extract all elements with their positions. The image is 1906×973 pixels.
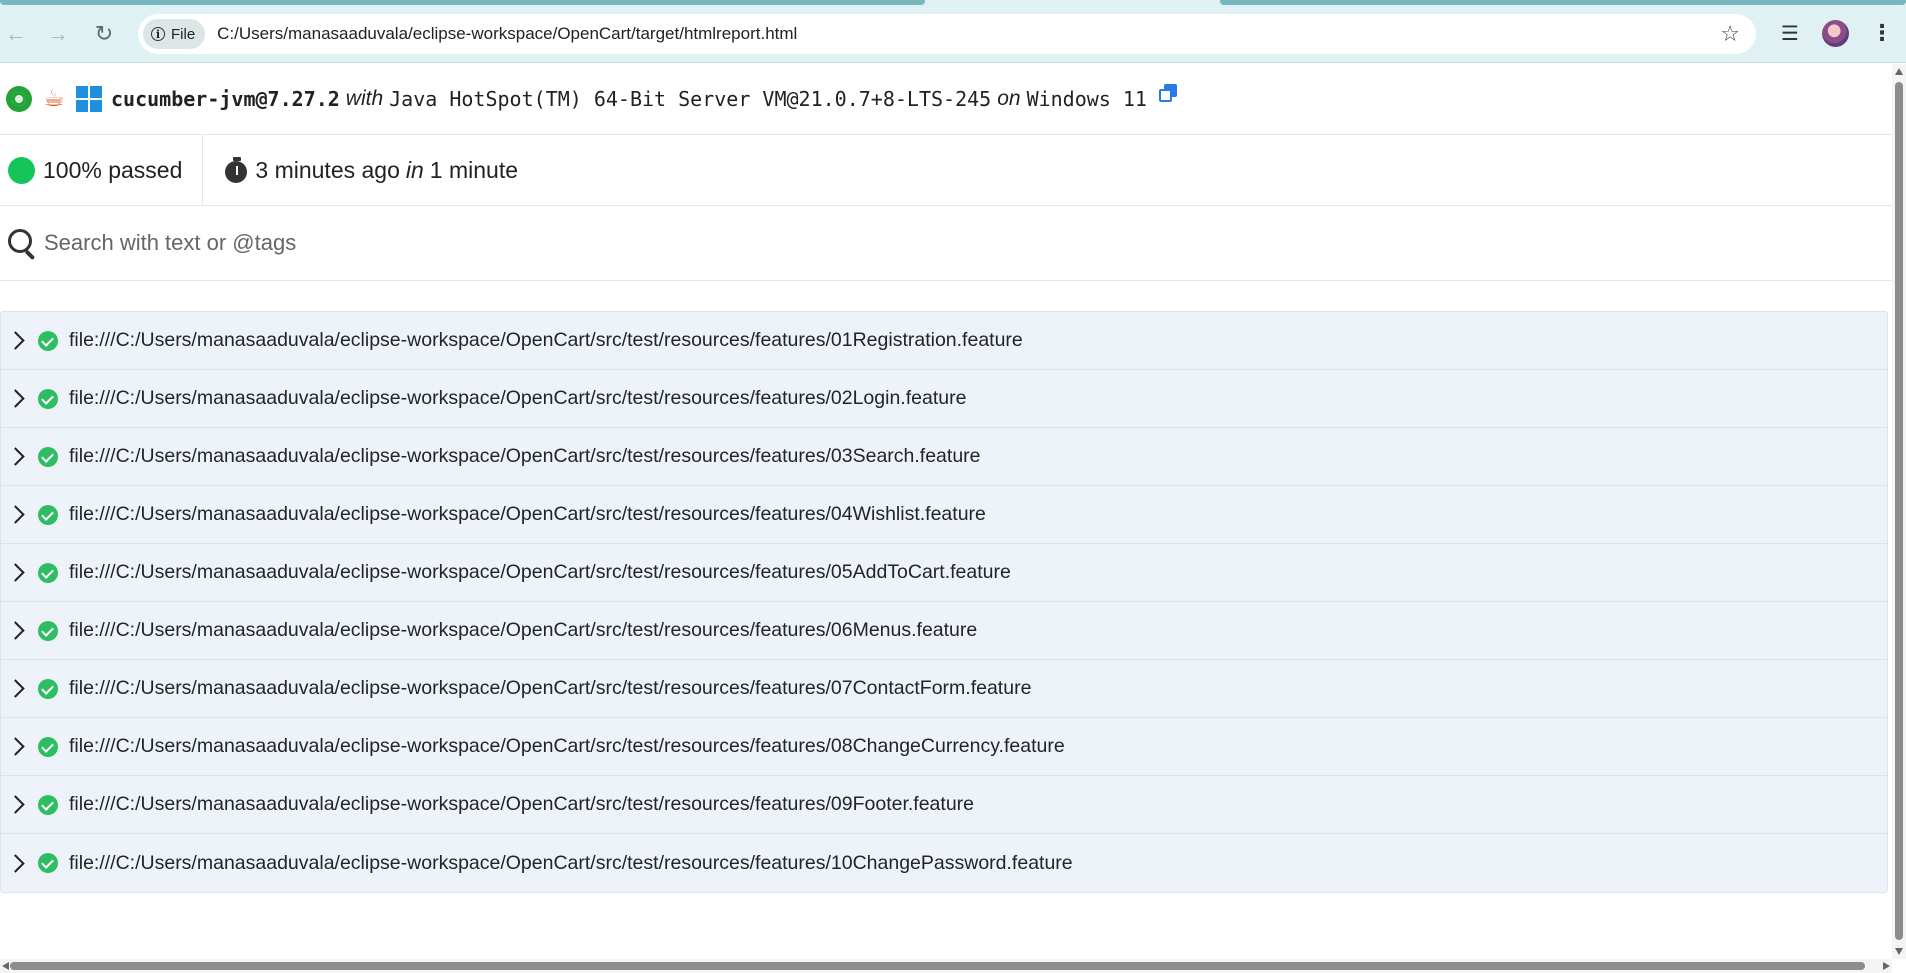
stopwatch-icon [225,157,249,183]
windows-icon [76,86,102,112]
check-circle-icon [38,330,58,351]
star-icon[interactable]: ☆ [1720,21,1740,47]
browser-menu-button[interactable]: ⋮ [1871,18,1893,48]
feature-uri: file:///C:/Users/manasaaduvala/eclipse-w… [69,561,1011,583]
copy-icon[interactable] [1158,84,1177,102]
check-circle-icon [38,853,58,873]
feature-row[interactable]: file:///C:/Users/manasaaduvala/eclipse-w… [1,370,1887,428]
passed-status-icon [8,156,35,184]
check-circle-icon [38,794,58,815]
chevron-right-icon[interactable] [6,563,25,582]
address-bar[interactable]: i File C:/Users/manasaaduvala/eclipse-wo… [138,14,1756,54]
report-page: ☕ cucumber-jvm@7.27.2 with Java HotSpot(… [0,64,1892,959]
check-circle-icon [38,736,58,757]
feature-uri: file:///C:/Users/manasaaduvala/eclipse-w… [69,735,1065,757]
feature-row[interactable]: file:///C:/Users/manasaaduvala/eclipse-w… [1,776,1887,834]
chevron-right-icon[interactable] [6,795,25,814]
feature-uri: file:///C:/Users/manasaaduvala/eclipse-w… [69,329,1023,351]
implementation-version: cucumber-jvm@7.27.2 [111,87,340,111]
file-chip-label: File [171,25,196,43]
execution-summary: 100% passed 3 minutes ago in 1 minute [0,135,1892,206]
with-label: with [345,87,384,110]
feature-uri: file:///C:/Users/manasaaduvala/eclipse-w… [69,793,974,815]
check-circle-icon [38,504,58,525]
reload-button[interactable]: ↻ [90,20,118,48]
java-icon: ☕ [43,85,65,112]
feature-uri: file:///C:/Users/manasaaduvala/eclipse-w… [69,619,978,641]
feature-row[interactable]: file:///C:/Users/manasaaduvala/eclipse-w… [1,486,1887,544]
feature-uri: file:///C:/Users/manasaaduvala/eclipse-w… [69,503,986,525]
more-vertical-icon: ⋮ [1871,20,1893,45]
feature-uri: file:///C:/Users/manasaaduvala/eclipse-w… [69,387,967,409]
vertical-scrollbar[interactable] [1892,64,1906,959]
duration: 1 minute [429,156,518,183]
feature-row[interactable]: file:///C:/Users/manasaaduvala/eclipse-w… [1,660,1887,718]
check-circle-icon [38,388,58,409]
back-button[interactable]: ← [2,20,30,48]
forward-button[interactable]: → [44,20,72,48]
scroll-up-icon[interactable] [1895,68,1903,75]
chevron-right-icon[interactable] [6,331,25,350]
scroll-left-icon[interactable] [2,962,9,970]
chevron-right-icon[interactable] [6,853,25,873]
scroll-down-icon[interactable] [1895,948,1903,955]
browser-toolbar: ← → ↻ i File C:/Users/manasaaduvala/ecli… [0,0,1906,63]
feature-uri: file:///C:/Users/manasaaduvala/eclipse-w… [69,677,1032,699]
media-control-button[interactable]: ☰ [1778,18,1802,48]
feature-uri: file:///C:/Users/manasaaduvala/eclipse-w… [69,445,981,467]
chevron-right-icon[interactable] [6,621,25,640]
feature-row[interactable]: file:///C:/Users/manasaaduvala/eclipse-w… [1,428,1887,486]
arrow-right-icon: → [47,21,69,46]
in-label: in [405,156,424,183]
horizontal-scroll-thumb[interactable] [10,962,1865,970]
site-info-chip[interactable]: i File [143,19,206,49]
feature-list: file:///C:/Users/manasaaduvala/eclipse-w… [0,311,1888,893]
chevron-right-icon[interactable] [6,505,25,524]
profile-avatar[interactable] [1822,20,1849,47]
feature-row[interactable]: file:///C:/Users/manasaaduvala/eclipse-w… [1,602,1887,660]
passed-percentage: 100% passed [43,156,183,183]
inactive-tab-edge[interactable] [1220,0,1906,5]
feature-row[interactable]: file:///C:/Users/manasaaduvala/eclipse-w… [1,718,1887,776]
arrow-left-icon: ← [5,21,27,46]
horizontal-scrollbar[interactable] [0,959,1892,973]
url-text[interactable]: C:/Users/manasaaduvala/eclipse-workspace… [217,24,797,44]
active-tab-edge[interactable] [0,0,925,5]
chevron-right-icon[interactable] [6,737,25,756]
tab-strip [0,0,1906,5]
feature-uri: file:///C:/Users/manasaaduvala/eclipse-w… [69,851,1073,874]
on-label: on [997,87,1021,110]
environment-header: ☕ cucumber-jvm@7.27.2 with Java HotSpot(… [0,64,1892,135]
feature-row[interactable]: file:///C:/Users/manasaaduvala/eclipse-w… [1,544,1887,602]
timing-status: 3 minutes ago in 1 minute [203,135,538,205]
feature-row[interactable]: file:///C:/Users/manasaaduvala/eclipse-w… [1,834,1887,892]
playlist-icon: ☰ [1781,22,1799,45]
search-icon [8,229,36,257]
check-circle-icon [38,620,58,641]
chevron-right-icon[interactable] [6,389,25,408]
feature-row[interactable]: file:///C:/Users/manasaaduvala/eclipse-w… [1,312,1887,370]
scroll-right-icon[interactable] [1883,962,1890,970]
search-bar [0,206,1892,281]
check-circle-icon [38,678,58,699]
vertical-scroll-thumb[interactable] [1895,82,1903,940]
check-circle-icon [38,446,58,467]
chevron-right-icon[interactable] [6,447,25,466]
cucumber-logo-icon [6,86,32,112]
os-name: Windows 11 [1026,87,1147,111]
check-circle-icon [38,562,58,583]
pass-status: 100% passed [0,135,204,205]
info-icon: i [151,27,165,41]
search-input[interactable] [42,229,1746,257]
reload-icon: ↻ [94,21,114,46]
started-time: 3 minutes ago [255,156,400,183]
chevron-right-icon[interactable] [6,679,25,698]
runtime-version: Java HotSpot(TM) 64-Bit Server VM@21.0.7… [389,87,992,111]
